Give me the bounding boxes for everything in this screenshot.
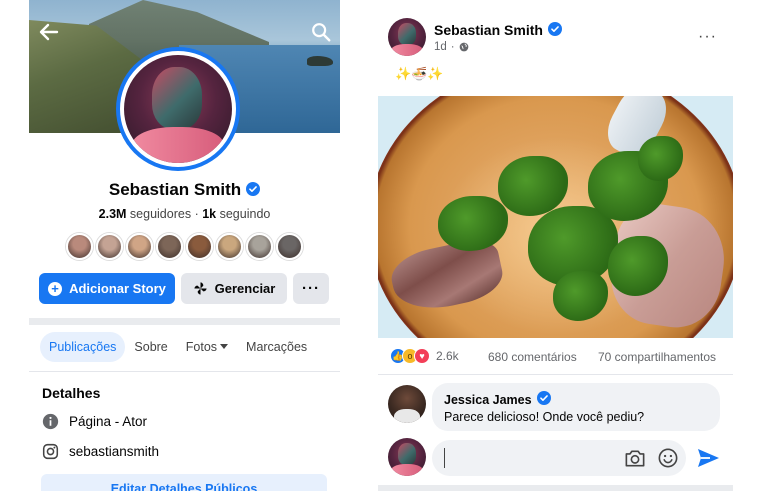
avatar-shirt (132, 127, 224, 163)
edit-public-details-button[interactable]: Editar Detalhes Públicos (41, 474, 327, 491)
post-author-avatar[interactable] (388, 18, 426, 56)
reactions-summary[interactable]: 👍 o ♥ 2.6k (390, 348, 459, 364)
tab-fotos[interactable]: Fotos (177, 332, 237, 362)
send-icon[interactable] (696, 446, 720, 470)
profile-tabs: Publicações Sobre Fotos Marcações (40, 332, 316, 362)
friend-avatar[interactable] (126, 233, 153, 260)
comment-composer[interactable] (432, 440, 686, 476)
following-count[interactable]: 1k (202, 207, 216, 221)
detail-category: Página - Ator (42, 413, 147, 430)
globe-icon (459, 42, 468, 52)
comment-bubble: Jessica James Parece delicioso! Onde voc… (432, 383, 720, 431)
add-story-label: Adicionar Story (69, 281, 166, 296)
friend-avatar[interactable] (156, 233, 183, 260)
detail-instagram-text: sebastiansmith (69, 444, 160, 459)
more-options-button[interactable]: ··· (293, 273, 329, 304)
current-user-avatar (388, 438, 426, 476)
details-heading: Detalhes (42, 385, 101, 401)
profile-actions: + Adicionar Story Gerenciar ··· (39, 273, 329, 304)
bottom-divider (378, 485, 733, 491)
verified-badge-icon (246, 182, 261, 196)
post-divider (378, 374, 733, 375)
info-icon (42, 413, 59, 430)
avatar-shirt (391, 464, 423, 476)
tab-fotos-label: Fotos (185, 340, 218, 354)
friends-avatars-row[interactable] (66, 233, 303, 261)
friend-avatar[interactable] (216, 233, 243, 260)
detail-instagram[interactable]: sebastiansmith (42, 443, 159, 460)
commenter-shirt (394, 409, 420, 423)
shares-count[interactable]: 70 compartilhamentos (598, 350, 716, 364)
comment-author-text: Jessica James (444, 393, 532, 407)
tab-publicacoes[interactable]: Publicações (40, 332, 126, 362)
avatar-face (398, 23, 416, 45)
cover-rock (307, 56, 333, 66)
post-meta: 1d · (434, 41, 469, 53)
verified-badge-icon (536, 391, 551, 405)
pinwheel-icon (194, 282, 207, 295)
followers-count[interactable]: 2.3M (99, 207, 127, 221)
friend-avatar[interactable] (246, 233, 273, 260)
profile-name-text: Sebastian Smith (108, 180, 242, 199)
more-options-label: ··· (302, 280, 320, 297)
post-author-name[interactable]: Sebastian Smith (434, 22, 562, 38)
post-text: ✨🍜✨ (395, 66, 444, 81)
search-icon[interactable] (310, 21, 332, 43)
verified-badge-icon (547, 22, 562, 36)
post-photo-ramen[interactable] (378, 96, 733, 338)
plus-circle-icon: + (48, 281, 63, 296)
love-reaction-icon: ♥ (414, 348, 430, 364)
comment-text: Parece delicioso! Onde você pediu? (444, 410, 645, 424)
friend-avatar[interactable] (66, 233, 93, 260)
avatar-face (152, 67, 202, 129)
avatar-shirt (391, 44, 423, 56)
caret-down-icon (220, 344, 229, 349)
comment-input[interactable] (444, 448, 604, 468)
stats-separator: · (194, 207, 199, 221)
follow-stats: 2.3M seguidores · 1k seguindo (29, 207, 340, 221)
profile-name: Sebastian Smith (29, 180, 340, 200)
friend-avatar[interactable] (276, 233, 303, 260)
profile-avatar[interactable] (116, 47, 240, 171)
manage-button[interactable]: Gerenciar (181, 273, 287, 304)
friend-avatar[interactable] (186, 233, 213, 260)
profile-panel: Sebastian Smith 2.3M seguidores · 1k seg… (29, 0, 340, 491)
post-author-name-text: Sebastian Smith (434, 22, 543, 38)
emoji-icon[interactable] (658, 448, 678, 468)
comment-author[interactable]: Jessica James (444, 391, 708, 407)
following-label[interactable]: seguindo (220, 207, 271, 221)
add-story-button[interactable]: + Adicionar Story (39, 273, 175, 304)
post-more-options[interactable]: ··· (698, 28, 717, 46)
comments-count[interactable]: 680 comentários (488, 350, 577, 364)
tabs-divider (29, 371, 340, 372)
post-time[interactable]: 1d (434, 41, 447, 53)
tab-marcacoes[interactable]: Marcações (237, 332, 316, 362)
post-panel: Sebastian Smith 1d · ··· ✨🍜✨ 👍 o ♥ 2.6k … (378, 0, 733, 491)
friend-avatar[interactable] (96, 233, 123, 260)
instagram-icon (42, 443, 59, 460)
avatar-face (398, 443, 416, 465)
tab-sobre[interactable]: Sobre (125, 332, 176, 362)
reactions-count: 2.6k (436, 349, 459, 363)
manage-label: Gerenciar (214, 281, 276, 296)
followers-label[interactable]: seguidores (130, 207, 191, 221)
detail-category-text: Página - Ator (69, 414, 148, 429)
commenter-avatar[interactable] (388, 385, 426, 423)
post-time-separator: · (450, 41, 455, 53)
back-arrow-icon[interactable] (37, 20, 61, 44)
camera-icon[interactable] (624, 448, 646, 468)
section-divider (29, 318, 340, 325)
